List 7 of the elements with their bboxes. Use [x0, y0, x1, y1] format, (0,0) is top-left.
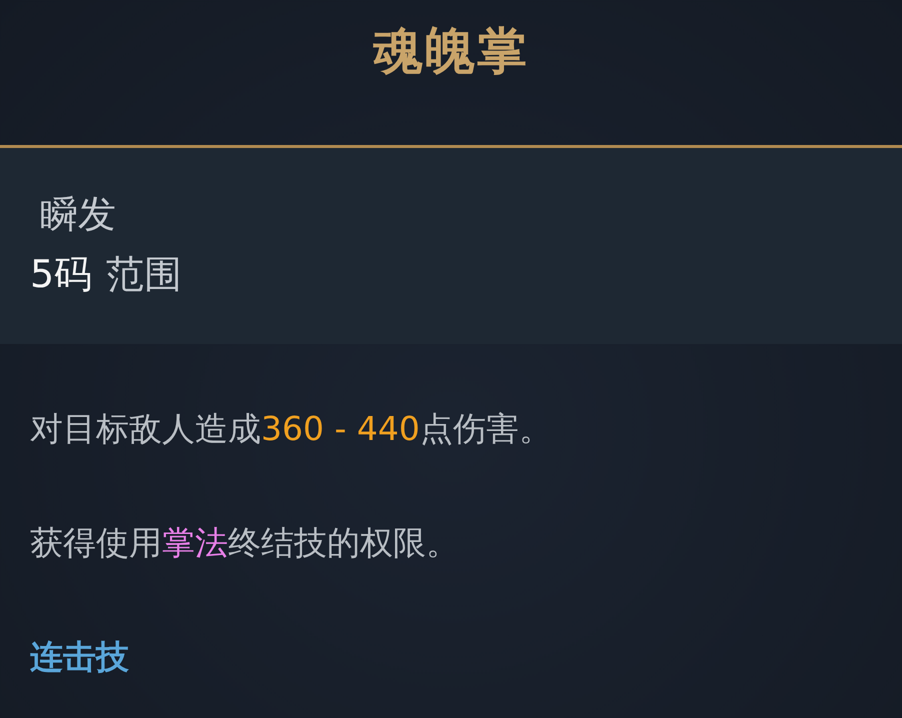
- description-text: 对目标敌人造成360 - 440点伤害。: [30, 408, 553, 450]
- description-text: 获得使用掌法终结技的权限。: [30, 522, 460, 564]
- range-value: 5码: [30, 251, 92, 298]
- skill-title: 魂魄掌: [373, 20, 529, 82]
- skill-tag: 连击技: [30, 634, 129, 680]
- cast-time: 瞬发: [39, 191, 117, 238]
- range-label: 范围: [106, 251, 182, 298]
